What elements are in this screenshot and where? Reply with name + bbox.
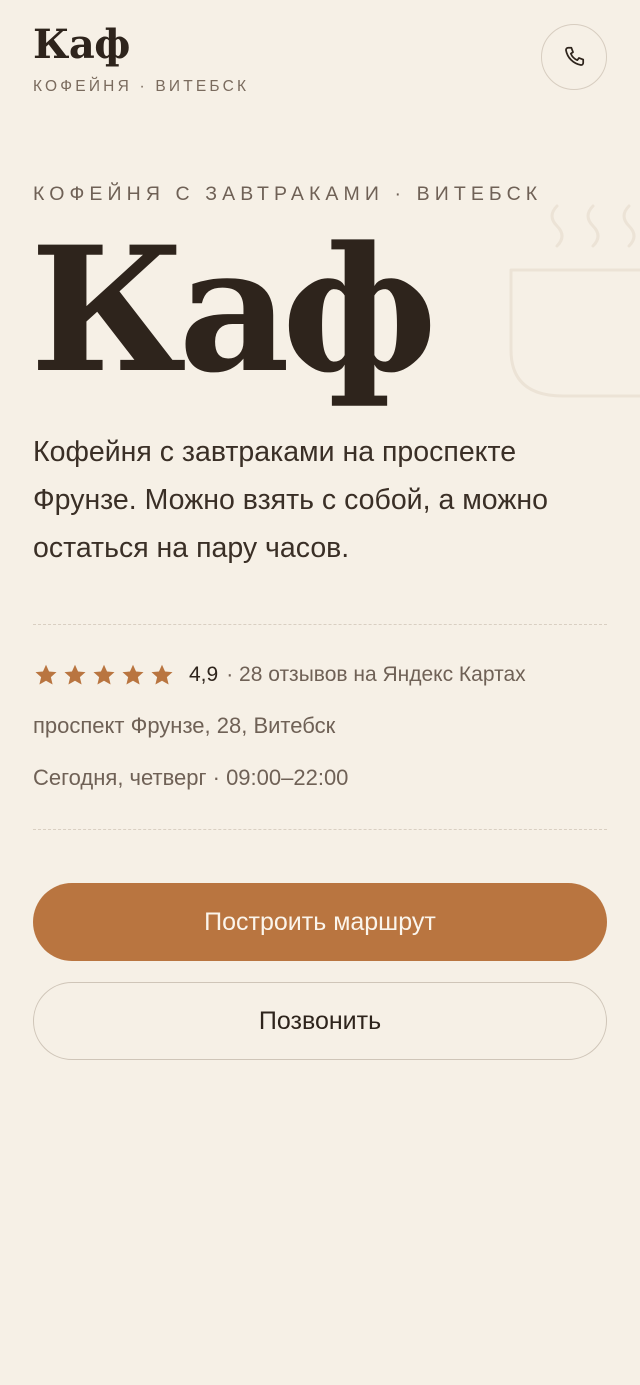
address: проспект Фрунзе, 28, Витебск [33, 713, 336, 738]
call-icon-button[interactable] [541, 24, 607, 90]
hero-description: Кофейня с завтраками на проспекте Фрунзе… [33, 436, 548, 564]
rating-stars [33, 662, 175, 688]
star-icon [35, 664, 57, 685]
hero-title: Каф [30, 208, 437, 411]
opening-hours: Сегодня, четверг · 09:00–22:00 [33, 765, 349, 790]
hero-eyebrow: КОФЕЙНЯ С ЗАВТРАКАМИ · ВИТЕБСК [33, 183, 543, 205]
coffee-cup-icon [509, 204, 640, 398]
star-icon [93, 664, 115, 685]
call-button[interactable]: Позвонить [33, 982, 607, 1060]
phone-icon [565, 46, 585, 66]
divider-bottom [33, 829, 607, 830]
logo-subtitle: КОФЕЙНЯ · ВИТЕБСК [33, 78, 250, 95]
divider-top [33, 624, 607, 625]
site-header: Каф КОФЕЙНЯ · ВИТЕБСК [33, 22, 607, 102]
star-icon [64, 664, 86, 685]
logo[interactable]: Каф [33, 22, 130, 68]
star-icon [122, 664, 144, 685]
rating-reviews-link[interactable]: · 28 отзывов на Яндекс Картах [226, 663, 525, 687]
rating-row[interactable]: 4,9 · 28 отзывов на Яндекс Картах [33, 660, 526, 690]
route-button[interactable]: Построить маршрут [33, 883, 607, 961]
rating-value: 4,9 [189, 663, 219, 686]
star-icon [151, 664, 173, 685]
